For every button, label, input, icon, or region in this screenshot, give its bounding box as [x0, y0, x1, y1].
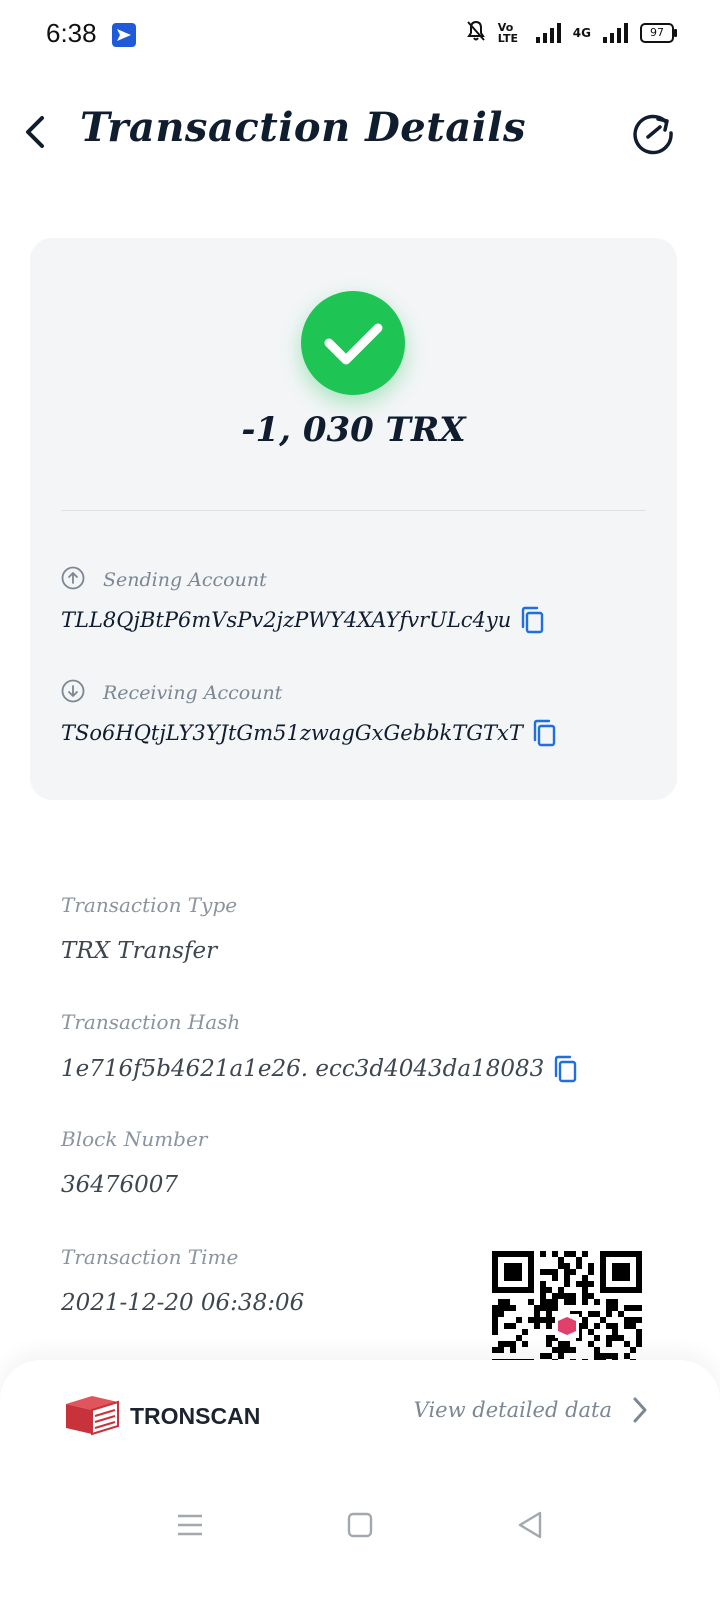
refresh-icon	[633, 114, 673, 155]
sending-account-row: TLL8QjBtP6mVsPv2jzPWY4XAYfvrULc4yu	[61, 606, 545, 634]
receiving-account-row: TSo6HQtjLY3YJtGm51zwagGxGebbkTGTxT	[61, 719, 557, 747]
qr-code[interactable]	[492, 1251, 642, 1360]
menu-nav-button[interactable]	[170, 1505, 210, 1545]
divider	[61, 510, 646, 511]
transaction-amount: -1, 030 TRX	[241, 410, 466, 450]
menu-icon	[178, 1514, 202, 1536]
copy-icon	[533, 719, 556, 747]
transaction-time-value: 2021-12-20 06:38:06	[61, 1290, 305, 1316]
signal-strength-icon	[535, 23, 561, 43]
copy-sending-address-button[interactable]	[519, 606, 545, 634]
transaction-hash-row: 1e716f5b4621a1e26. ecc3d4043da18083	[61, 1055, 578, 1083]
block-number-value: 36476007	[61, 1172, 179, 1198]
screen: 6:38 Vo LTE 4G 97 Transaction Details -1…	[0, 0, 720, 1600]
tronscan-logo-icon	[64, 1392, 120, 1440]
volte-indicator: Vo LTE	[497, 21, 519, 45]
transaction-hash-value: 1e716f5b4621a1e26. ecc3d4043da18083	[61, 1056, 545, 1082]
status-bar: 6:38 Vo LTE 4G 97	[0, 0, 720, 72]
status-icons: Vo LTE 4G 97	[466, 20, 677, 46]
transaction-type-value: TRX Transfer	[61, 938, 218, 964]
back-button[interactable]	[18, 108, 54, 156]
receiving-account-label: Receiving Account	[103, 682, 283, 704]
mute-bell-icon	[466, 20, 486, 46]
success-check-icon	[301, 291, 405, 395]
copy-receiving-address-button[interactable]	[531, 719, 557, 747]
copy-icon	[522, 606, 544, 634]
copy-hash-button[interactable]	[552, 1055, 578, 1083]
system-navigation-bar	[0, 1490, 720, 1560]
signal-strength-icon-2	[603, 23, 628, 43]
home-nav-button[interactable]	[340, 1505, 380, 1545]
qr-code-icon	[492, 1251, 642, 1360]
back-nav-button[interactable]	[510, 1505, 550, 1545]
network-type: 4G	[572, 26, 591, 40]
view-detailed-data-link[interactable]: View detailed data	[414, 1396, 648, 1424]
chevron-left-icon	[26, 116, 44, 148]
refresh-button[interactable]	[630, 110, 676, 156]
transaction-type-label: Transaction Type	[61, 893, 238, 917]
transaction-time-label: Transaction Time	[61, 1245, 239, 1269]
brand-name: TRONSCAN	[130, 1402, 261, 1429]
arrow-down-circle-icon	[61, 679, 85, 707]
battery-icon: 97	[640, 23, 677, 43]
sending-account-label: Sending Account	[103, 569, 267, 591]
sending-account-address: TLL8QjBtP6mVsPv2jzPWY4XAYfvrULc4yu	[61, 608, 512, 632]
transaction-summary-card: -1, 030 TRX Sending Account TLL8QjBtP6mV…	[30, 238, 677, 800]
view-detailed-data-label: View detailed data	[413, 1398, 612, 1422]
copy-icon	[555, 1055, 577, 1083]
tronscan-brand: TRONSCAN	[64, 1392, 260, 1440]
receiving-account-label-row: Receiving Account	[61, 679, 282, 707]
page-title: Transaction Details	[80, 104, 527, 151]
app-notification-icon	[112, 23, 136, 47]
bottom-bar: TRONSCAN View detailed data	[0, 1360, 720, 1600]
receiving-account-address: TSo6HQtjLY3YJtGm51zwagGxGebbkTGTxT	[61, 721, 523, 745]
block-number-label: Block Number	[61, 1127, 208, 1151]
sending-account-label-row: Sending Account	[61, 566, 267, 594]
status-time: 6:38	[46, 18, 97, 48]
chevron-right-icon	[633, 1397, 647, 1423]
back-triangle-icon	[518, 1511, 542, 1539]
home-square-icon	[347, 1512, 373, 1538]
arrow-up-circle-icon	[61, 566, 85, 594]
transaction-hash-label: Transaction Hash	[61, 1010, 241, 1034]
